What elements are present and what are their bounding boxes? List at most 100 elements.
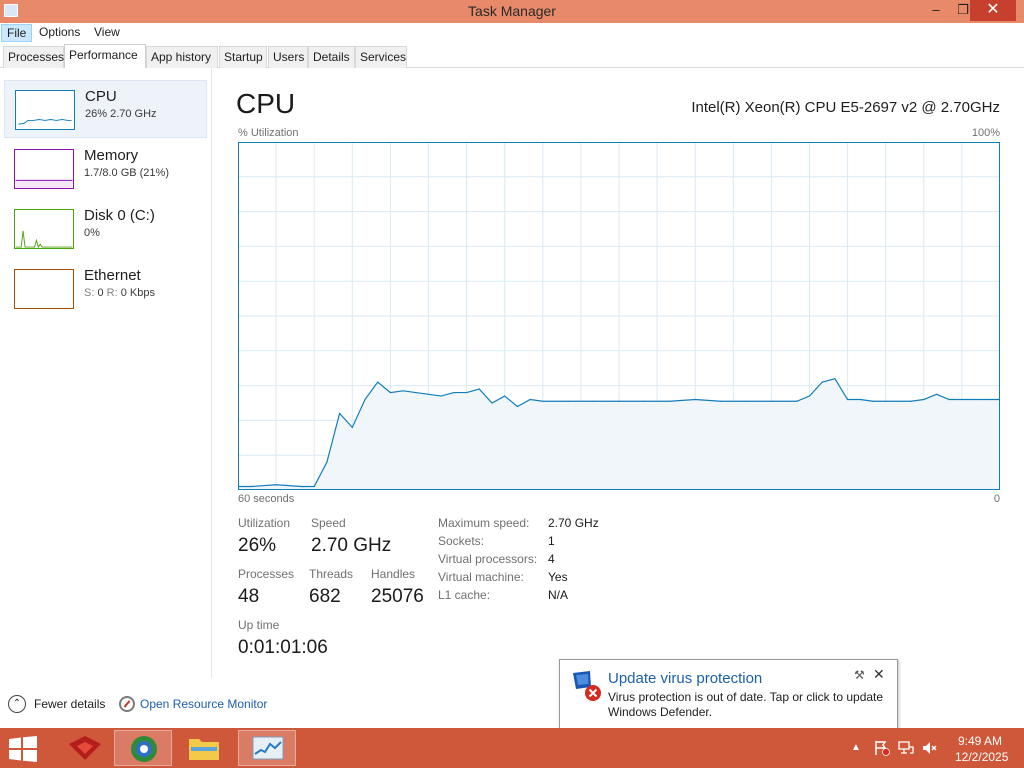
cpu-utilization-point: [275, 484, 277, 486]
taskbar-app-toolbox[interactable]: [56, 730, 114, 766]
cpu-utilization-point: [720, 400, 722, 402]
title-bar: Task Manager – ❐ ✕: [0, 0, 1024, 23]
tab-processes[interactable]: Processes: [3, 46, 64, 68]
uptime-value: 0:01:01:06: [238, 637, 328, 658]
virtual-machine-value: Yes: [548, 570, 568, 584]
clock-time[interactable]: 9:49 AM: [958, 734, 1002, 748]
resource-monitor-icon[interactable]: [119, 696, 135, 712]
sidebar-memory-title: Memory: [84, 147, 139, 164]
menu-view[interactable]: View: [89, 24, 125, 42]
sidebar-memory-sub: 1.7/8.0 GB (21%): [84, 167, 169, 179]
browser-icon: [131, 736, 157, 762]
network-icon[interactable]: [898, 740, 914, 756]
virtual-processors-label: Virtual processors:: [438, 552, 538, 566]
taskbar-app-task-manager[interactable]: [238, 730, 296, 766]
sidebar-item-cpu[interactable]: CPU 26% 2.70 GHz: [4, 80, 207, 138]
utilization-value: 26%: [238, 535, 277, 556]
folder-icon: [189, 739, 219, 760]
cpu-utilization-point: [986, 398, 988, 401]
sidebar-disk-sub: 0%: [84, 227, 100, 239]
cpu-utilization-point: [364, 398, 366, 401]
cpu-utilization-point: [313, 485, 315, 488]
speed-value: 2.70 GHz: [311, 535, 392, 556]
processes-value: 48: [238, 586, 260, 607]
ethernet-send-value: 0: [97, 287, 104, 299]
sidebar-ethernet-sub: S: 0 R: 0 Kbps: [84, 287, 155, 299]
tab-details[interactable]: Details: [308, 46, 355, 68]
open-resource-monitor-link[interactable]: Open Resource Monitor: [140, 697, 267, 711]
chevron-up-icon[interactable]: ⌃: [8, 695, 26, 713]
tab-app-history[interactable]: App history: [146, 46, 218, 68]
taskbar-app-file-explorer[interactable]: [175, 730, 233, 766]
cpu-utilization-point: [440, 395, 442, 397]
ethernet-thumbnail-graph: [14, 269, 74, 309]
sidebar-item-disk[interactable]: Disk 0 (C:) 0%: [4, 200, 207, 258]
handles-label: Handles: [371, 567, 416, 581]
cpu-utilization-point: [339, 412, 341, 415]
close-notification-icon[interactable]: ✕: [873, 666, 885, 683]
virtual-machine-label: Virtual machine:: [438, 570, 524, 584]
ethernet-receive-label: R:: [106, 287, 118, 299]
windows-start-icon[interactable]: [8, 736, 38, 762]
menu-options[interactable]: Options: [34, 24, 85, 42]
sockets-value: 1: [548, 534, 555, 548]
cpu-utilization-point: [961, 398, 963, 401]
cpu-utilization-point: [504, 395, 506, 397]
cpu-utilization-point: [923, 398, 925, 401]
cpu-utilization-point: [796, 400, 798, 402]
uptime-label: Up time: [238, 618, 280, 632]
toolbox-icon: [69, 736, 101, 760]
tab-services[interactable]: Services: [355, 46, 407, 68]
handles-value: 25076: [371, 586, 424, 607]
sidebar-ethernet-title: Ethernet: [84, 267, 141, 284]
memory-thumbnail-graph: [14, 149, 74, 189]
cpu-utilization-point: [974, 398, 976, 401]
cpu-utilization-point: [872, 400, 874, 402]
ethernet-receive-value: 0 Kbps: [120, 287, 155, 299]
l1-cache-value: N/A: [548, 588, 569, 602]
tab-performance[interactable]: Performance: [64, 44, 146, 69]
cpu-utilization-point: [859, 398, 861, 401]
close-button[interactable]: ✕: [970, 0, 1016, 21]
cpu-utilization-point: [618, 400, 620, 402]
cpu-utilization-point: [847, 398, 849, 401]
cpu-utilization-point: [935, 393, 938, 395]
cpu-utilization-point: [808, 395, 811, 397]
fewer-details-link[interactable]: Fewer details: [34, 697, 105, 711]
action-center-flag-icon[interactable]: [874, 740, 890, 756]
cpu-utilization-point: [453, 391, 455, 394]
cpu-utilization-point: [885, 400, 887, 402]
menu-bar: File Options View: [0, 23, 1024, 43]
cpu-model-name: Intel(R) Xeon(R) CPU E5-2697 v2 @ 2.70GH…: [691, 99, 1000, 116]
taskbar-app-browser[interactable]: [114, 730, 172, 766]
menu-file[interactable]: File: [1, 24, 33, 42]
clock-date[interactable]: 12/2/2025: [955, 750, 1008, 764]
wrench-icon[interactable]: ⚒: [854, 668, 865, 682]
tab-startup[interactable]: Startup: [219, 46, 267, 68]
cpu-utilization-point: [402, 390, 404, 392]
virtual-processors-value: 4: [548, 552, 555, 566]
speaker-muted-icon[interactable]: [922, 740, 938, 756]
cpu-utilization-point: [478, 388, 480, 390]
taskbar: ▲ 9:49 AM 12/2/2025: [0, 728, 1024, 768]
cpu-utilization-point: [593, 400, 595, 402]
page-title: CPU: [236, 88, 296, 119]
cpu-utilization-point: [389, 391, 391, 394]
graph-min-label: 0: [993, 493, 1000, 505]
l1-cache-label: L1 cache:: [438, 588, 491, 602]
sidebar-item-memory[interactable]: Memory 1.7/8.0 GB (21%): [4, 140, 207, 198]
sidebar-item-ethernet[interactable]: Ethernet S: 0 R: 0 Kbps: [4, 260, 207, 318]
cpu-thumbnail-graph: [15, 90, 75, 130]
cpu-utilization-point: [910, 400, 912, 402]
cpu-utilization-point: [770, 400, 773, 402]
minimize-button[interactable]: –: [921, 0, 951, 21]
sidebar-cpu-sub: 26% 2.70 GHz: [85, 108, 157, 120]
graph-y-label: % Utilization: [238, 127, 299, 139]
defender-notification[interactable]: Update virus protection Virus protection…: [559, 659, 898, 729]
cpu-utilization-point: [643, 400, 645, 402]
cpu-utilization-point: [351, 426, 353, 428]
cpu-utilization-point: [542, 400, 544, 402]
cpu-utilization-point: [377, 381, 379, 383]
show-hidden-icons[interactable]: ▲: [851, 742, 861, 753]
tab-users[interactable]: Users: [268, 46, 308, 68]
